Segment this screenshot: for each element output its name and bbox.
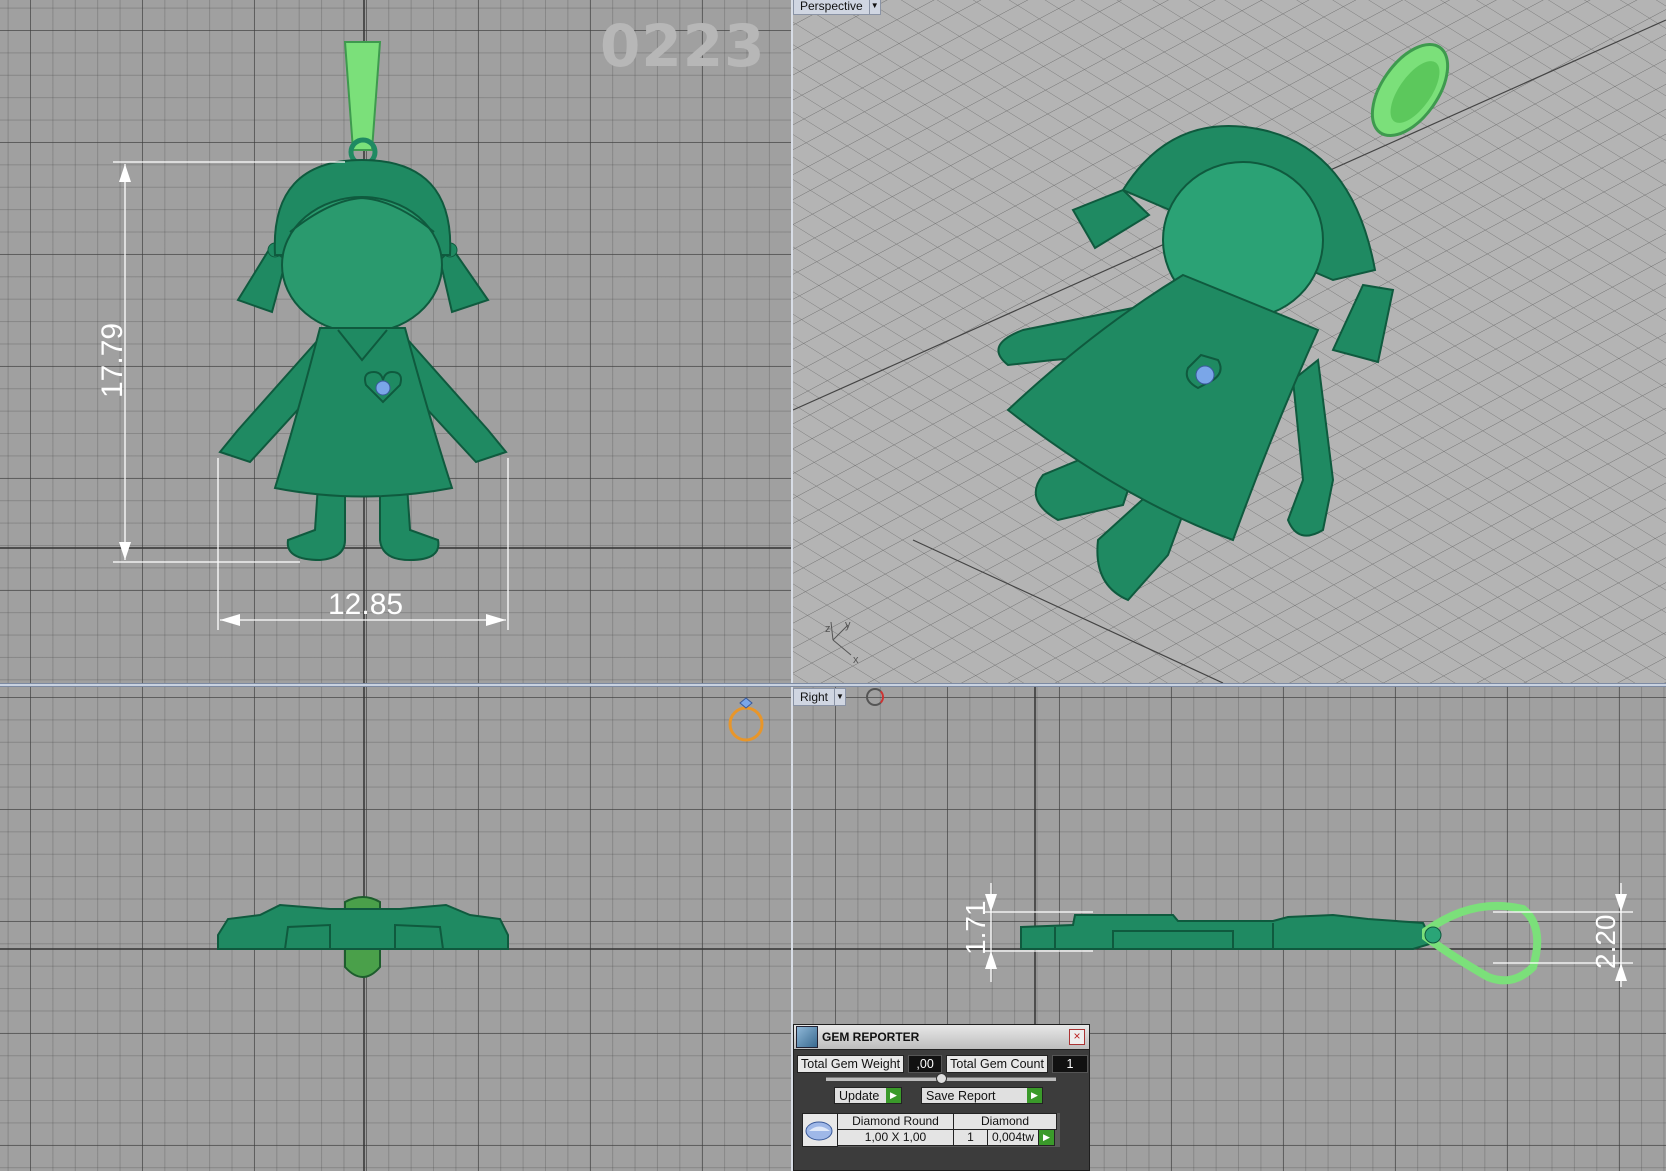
chevron-down-icon[interactable]: ▼ (835, 688, 847, 706)
rotate-view-icon[interactable] (866, 688, 885, 706)
close-icon[interactable]: × (1069, 1029, 1085, 1045)
save-report-button-label: Save Report (926, 1089, 996, 1103)
viewport-top[interactable] (0, 687, 791, 1171)
gem-reporter-panel: GEM REPORTER × Total Gem Weight ,00 Tota… (793, 1024, 1090, 1171)
bail-shape (343, 41, 382, 151)
viewport-divider-horizontal[interactable] (0, 683, 1666, 687)
gem-reporter-titlebar[interactable]: GEM REPORTER × (794, 1025, 1089, 1050)
gem-reporter-title: GEM REPORTER (822, 1030, 920, 1044)
slider-knob[interactable] (936, 1073, 947, 1084)
gem-weight: 0,004tw (987, 1129, 1039, 1146)
gem-cut: Diamond Round (837, 1113, 954, 1130)
play-icon: ▶ (886, 1088, 901, 1103)
dress (273, 327, 454, 498)
dim-height-label: 17.79 (96, 323, 129, 398)
viewport-divider-vertical[interactable] (791, 0, 793, 1171)
play-icon: ▶ (1027, 1088, 1042, 1103)
pendant-top-profile (217, 903, 509, 950)
gem-count: 1 (953, 1129, 988, 1146)
total-gem-weight-label: Total Gem Weight (797, 1055, 905, 1073)
gem-stone (1195, 365, 1215, 385)
gem-material: Diamond (953, 1113, 1057, 1130)
viewport-perspective[interactable]: y x z Perspective ▼ (793, 0, 1666, 683)
gem-thumbnail-icon (802, 1113, 838, 1147)
dim-bail-label: 2.20 (1590, 915, 1621, 970)
gem-stone (375, 380, 391, 396)
bail-side (1422, 901, 1542, 985)
update-button-label: Update (839, 1089, 880, 1103)
gem-table-row[interactable]: Diamond Round Diamond 1,00 X 1,00 1 0,00… (802, 1113, 1060, 1147)
update-button[interactable]: Update ▶ (834, 1087, 902, 1104)
top-view-drawing (0, 687, 791, 1171)
gem-slider[interactable] (826, 1073, 1056, 1084)
ring-icon (728, 697, 764, 742)
total-gem-count-label: Total Gem Count (946, 1055, 1048, 1073)
total-gem-weight-value: ,00 (908, 1055, 943, 1073)
head (281, 196, 443, 334)
view-name: Right (793, 688, 836, 706)
axis-x: x (853, 654, 859, 666)
perspective-view-drawing: y x z (793, 0, 1666, 683)
gem-size: 1,00 X 1,00 (837, 1129, 954, 1146)
axis-z: z (825, 623, 831, 635)
play-icon[interactable]: ▶ (1038, 1129, 1055, 1146)
viewport-front[interactable]: 0223 17.79 12.85 (0, 0, 791, 683)
gem-reporter-app-icon (796, 1026, 818, 1048)
dim-thickness-label: 1.71 (960, 901, 991, 956)
total-gem-count-value: 1 (1051, 1055, 1088, 1073)
front-view-drawing: 17.79 12.85 (0, 0, 791, 683)
dim-width-label: 12.85 (328, 588, 403, 621)
save-report-button[interactable]: Save Report ▶ (921, 1087, 1043, 1104)
pigtail-right (438, 246, 490, 314)
pigtail-left (236, 246, 288, 314)
view-name: Perspective (793, 0, 870, 15)
chevron-down-icon[interactable]: ▼ (869, 0, 881, 15)
axis-y: y (845, 619, 851, 631)
view-selector-right[interactable]: Right ▼ (793, 688, 885, 706)
view-selector-perspective[interactable]: Perspective ▼ (793, 0, 881, 15)
